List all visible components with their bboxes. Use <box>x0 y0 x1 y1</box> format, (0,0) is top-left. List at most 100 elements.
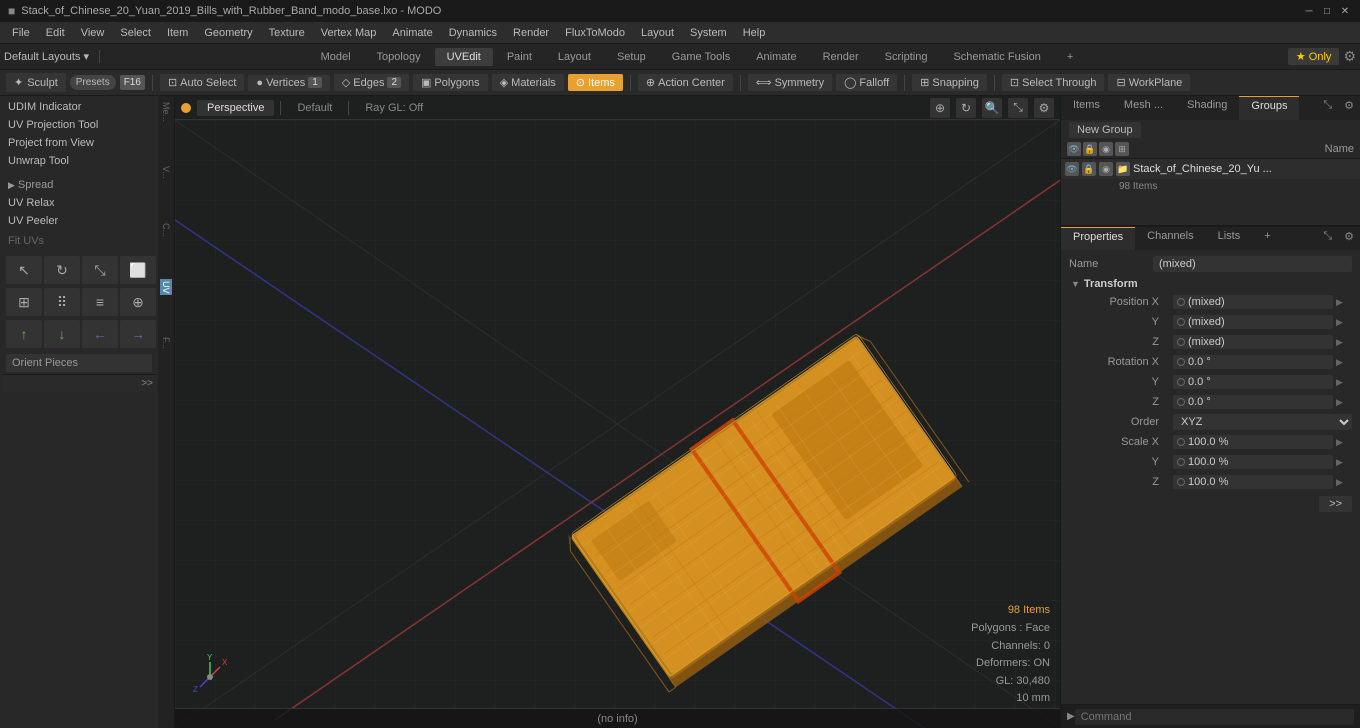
expand-btn[interactable]: >> <box>2 374 156 392</box>
tool-fit-uvs[interactable]: Fit UVs <box>2 232 156 250</box>
menu-file[interactable]: File <box>4 25 38 41</box>
menu-render[interactable]: Render <box>505 25 557 41</box>
name-prop-value[interactable]: (mixed) <box>1153 256 1352 272</box>
menu-edit[interactable]: Edit <box>38 25 73 41</box>
props-tab-channels[interactable]: Channels <box>1135 227 1205 250</box>
items-btn[interactable]: ⊙ Items <box>568 74 623 91</box>
tab-animate[interactable]: Animate <box>744 48 808 66</box>
icon-btn-rotate[interactable]: ↻ <box>44 256 80 284</box>
transform-section-title[interactable]: Transform <box>1065 274 1356 292</box>
edges-btn[interactable]: ◇ Edges 2 <box>334 74 409 91</box>
vp-btn-reset[interactable]: ⊕ <box>930 98 950 118</box>
menu-vertexmap[interactable]: Vertex Map <box>313 25 385 41</box>
render-icon[interactable]: ◉ <box>1099 142 1113 156</box>
props-tab-add[interactable]: + <box>1252 227 1282 250</box>
tab-render[interactable]: Render <box>811 48 871 66</box>
action-center-btn[interactable]: ⊕ Action Center <box>638 74 733 91</box>
viewport[interactable]: Perspective Default Ray GL: Off ⊕ ↻ 🔍 ⤡ … <box>175 96 1060 728</box>
menu-fluxtomodo[interactable]: FluxToModo <box>557 25 633 41</box>
props-gear-icon[interactable]: ⚙ <box>1338 227 1360 250</box>
props-expand-icon[interactable]: ⤡ <box>1317 227 1338 250</box>
arrow-left-btn[interactable]: ← <box>82 320 118 348</box>
item-lock[interactable]: 🔒 <box>1082 162 1096 176</box>
tab-schematic[interactable]: Schematic Fusion <box>941 48 1052 66</box>
menu-dynamics[interactable]: Dynamics <box>441 25 505 41</box>
tab-uvedit[interactable]: UVEdit <box>435 48 493 66</box>
orient-pieces-btn[interactable]: Orient Pieces <box>6 354 152 372</box>
scale-y-value[interactable]: 100.0 % <box>1173 455 1333 469</box>
props-tab-properties[interactable]: Properties <box>1061 227 1135 250</box>
vp-tab-perspective[interactable]: Perspective <box>197 100 274 116</box>
icon-btn-fit[interactable]: ⬜ <box>120 256 156 284</box>
scale-z-value[interactable]: 100.0 % <box>1173 475 1333 489</box>
right-expand-icon[interactable]: ⤡ <box>1317 96 1338 120</box>
polygons-btn[interactable]: ▣ Polygons <box>413 74 488 91</box>
rotation-y-value[interactable]: 0.0 ° <box>1173 375 1333 389</box>
lock-icon[interactable]: 🔒 <box>1083 142 1097 156</box>
rotation-z-value[interactable]: 0.0 ° <box>1173 395 1333 409</box>
close-btn[interactable]: ✕ <box>1338 4 1352 18</box>
tool-uv-peeler[interactable]: UV Peeler <box>2 212 156 230</box>
vp-tab-raygl[interactable]: Ray GL: Off <box>355 100 433 116</box>
tab-model[interactable]: Model <box>309 48 363 66</box>
gear-icon[interactable]: ⚙ <box>1343 48 1356 65</box>
presets-button[interactable]: Presets <box>70 75 116 90</box>
tab-paint[interactable]: Paint <box>495 48 544 66</box>
tool-uv-projection[interactable]: UV Projection Tool <box>2 116 156 134</box>
props-tab-lists[interactable]: Lists <box>1206 227 1253 250</box>
vp-tab-default[interactable]: Default <box>287 100 342 116</box>
tab-layout[interactable]: Layout <box>546 48 603 66</box>
snapping-btn[interactable]: ⊞ Snapping <box>912 74 987 91</box>
menu-help[interactable]: Help <box>735 25 774 41</box>
apply-btn[interactable]: >> <box>1319 496 1352 512</box>
vp-btn-zoom[interactable]: 🔍 <box>982 98 1002 118</box>
vp-btn-rotate[interactable]: ↻ <box>956 98 976 118</box>
right-tab-items[interactable]: Items <box>1061 96 1112 120</box>
menu-layout[interactable]: Layout <box>633 25 682 41</box>
vertices-btn[interactable]: ● Vertices 1 <box>248 75 329 91</box>
tool-unwrap[interactable]: Unwrap Tool <box>2 152 156 170</box>
position-x-value[interactable]: (mixed) <box>1173 295 1333 309</box>
scale-x-value[interactable]: 100.0 % <box>1173 435 1333 449</box>
right-tab-groups[interactable]: Groups <box>1239 96 1299 120</box>
menu-animate[interactable]: Animate <box>384 25 440 41</box>
uv-label[interactable]: UV <box>160 279 172 296</box>
eye-icon[interactable]: 👁 <box>1067 142 1081 156</box>
tool-project-from-view[interactable]: Project from View <box>2 134 156 152</box>
order-select[interactable]: XYZ <box>1173 414 1352 430</box>
menu-geometry[interactable]: Geometry <box>196 25 260 41</box>
right-tab-mesh[interactable]: Mesh ... <box>1112 96 1175 120</box>
workplane-btn[interactable]: ⊟ WorkPlane <box>1108 74 1190 91</box>
tab-add[interactable]: + <box>1055 48 1085 66</box>
command-input[interactable] <box>1075 709 1354 725</box>
tool-udim-indicator[interactable]: UDIM Indicator <box>2 98 156 116</box>
right-tab-shading[interactable]: Shading <box>1175 96 1239 120</box>
select-through-btn[interactable]: ⊡ Select Through <box>1002 74 1105 91</box>
menu-view[interactable]: View <box>73 25 113 41</box>
icon-btn-scale[interactable]: ⤡ <box>82 256 118 284</box>
auto-select-btn[interactable]: ⊡ Auto Select <box>160 74 244 91</box>
icon-btn-move[interactable]: ↖ <box>6 256 42 284</box>
vp-btn-settings[interactable]: ⚙ <box>1034 98 1054 118</box>
viewport-canvas[interactable]: 98 Items Polygons : Face Channels: 0 Def… <box>175 120 1060 728</box>
default-layouts-btn[interactable]: Default Layouts ▾ <box>4 50 89 63</box>
icon-btn-dots[interactable]: ⠿ <box>44 288 80 316</box>
materials-btn[interactable]: ◈ Materials <box>492 74 564 91</box>
icon-btn-lines[interactable]: ≡ <box>82 288 118 316</box>
falloff-btn[interactable]: ◯ Falloff <box>836 74 897 91</box>
minimize-btn[interactable]: ─ <box>1302 4 1316 18</box>
new-group-button[interactable]: New Group <box>1069 122 1141 138</box>
icon-btn-grid[interactable]: ⊞ <box>6 288 42 316</box>
rotation-x-value[interactable]: 0.0 ° <box>1173 355 1333 369</box>
symmetry-btn[interactable]: ⟺ Symmetry <box>748 74 832 91</box>
item-eye[interactable]: 👁 <box>1065 162 1079 176</box>
tab-topology[interactable]: Topology <box>365 48 433 66</box>
tab-setup[interactable]: Setup <box>605 48 658 66</box>
maximize-btn[interactable]: □ <box>1320 4 1334 18</box>
menu-item[interactable]: Item <box>159 25 196 41</box>
arrow-down-btn[interactable]: ↓ <box>44 320 80 348</box>
arrow-up-btn[interactable]: ↑ <box>6 320 42 348</box>
right-gear-icon[interactable]: ⚙ <box>1338 96 1360 120</box>
tab-gametools[interactable]: Game Tools <box>660 48 743 66</box>
tab-scripting[interactable]: Scripting <box>873 48 940 66</box>
